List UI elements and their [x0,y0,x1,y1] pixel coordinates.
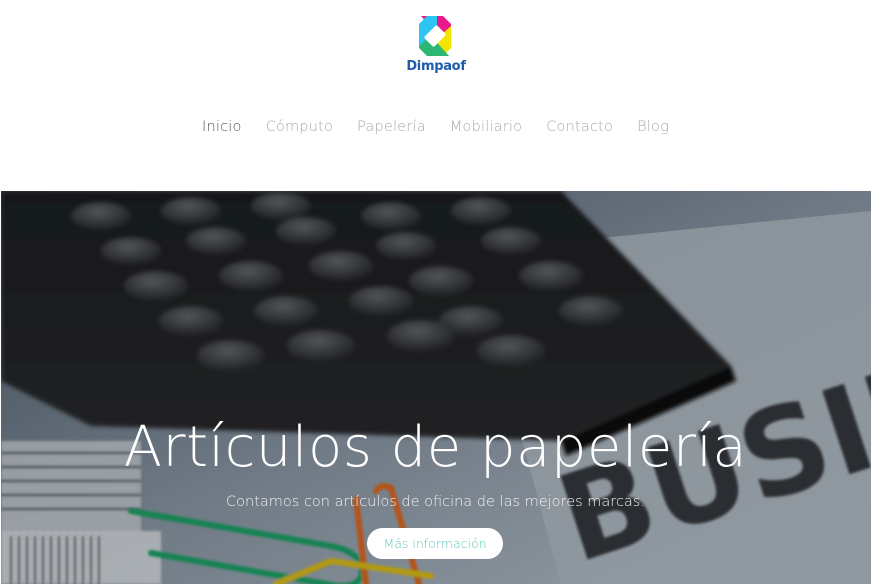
nav-item-papeleria[interactable]: Papelería [357,119,426,135]
nav-item-computo[interactable]: Cómputo [266,119,333,135]
site-header: Dimpaof Inicio Cómputo Papelería Mobilia… [0,0,871,191]
nav-item-inicio[interactable]: Inicio [202,119,242,135]
brand-name: Dimpaof [406,59,466,74]
nav-item-mobiliario[interactable]: Mobiliario [450,119,522,135]
hero-subtitle: Contamos con artículos de oficina de las… [226,494,645,510]
hero-banner: BUSIN [1,191,871,584]
hero-title: Artículos de papelería [123,415,748,480]
nav-item-contacto[interactable]: Contacto [546,119,613,135]
main-nav: Inicio Cómputo Papelería Mobiliario Cont… [0,119,871,135]
hero-background-image: BUSIN [1,191,871,584]
more-info-button[interactable]: Más información [367,528,503,559]
brand-logo-icon [419,16,451,56]
nav-item-blog[interactable]: Blog [637,119,669,135]
brand-logo[interactable]: Dimpaof [405,14,467,78]
